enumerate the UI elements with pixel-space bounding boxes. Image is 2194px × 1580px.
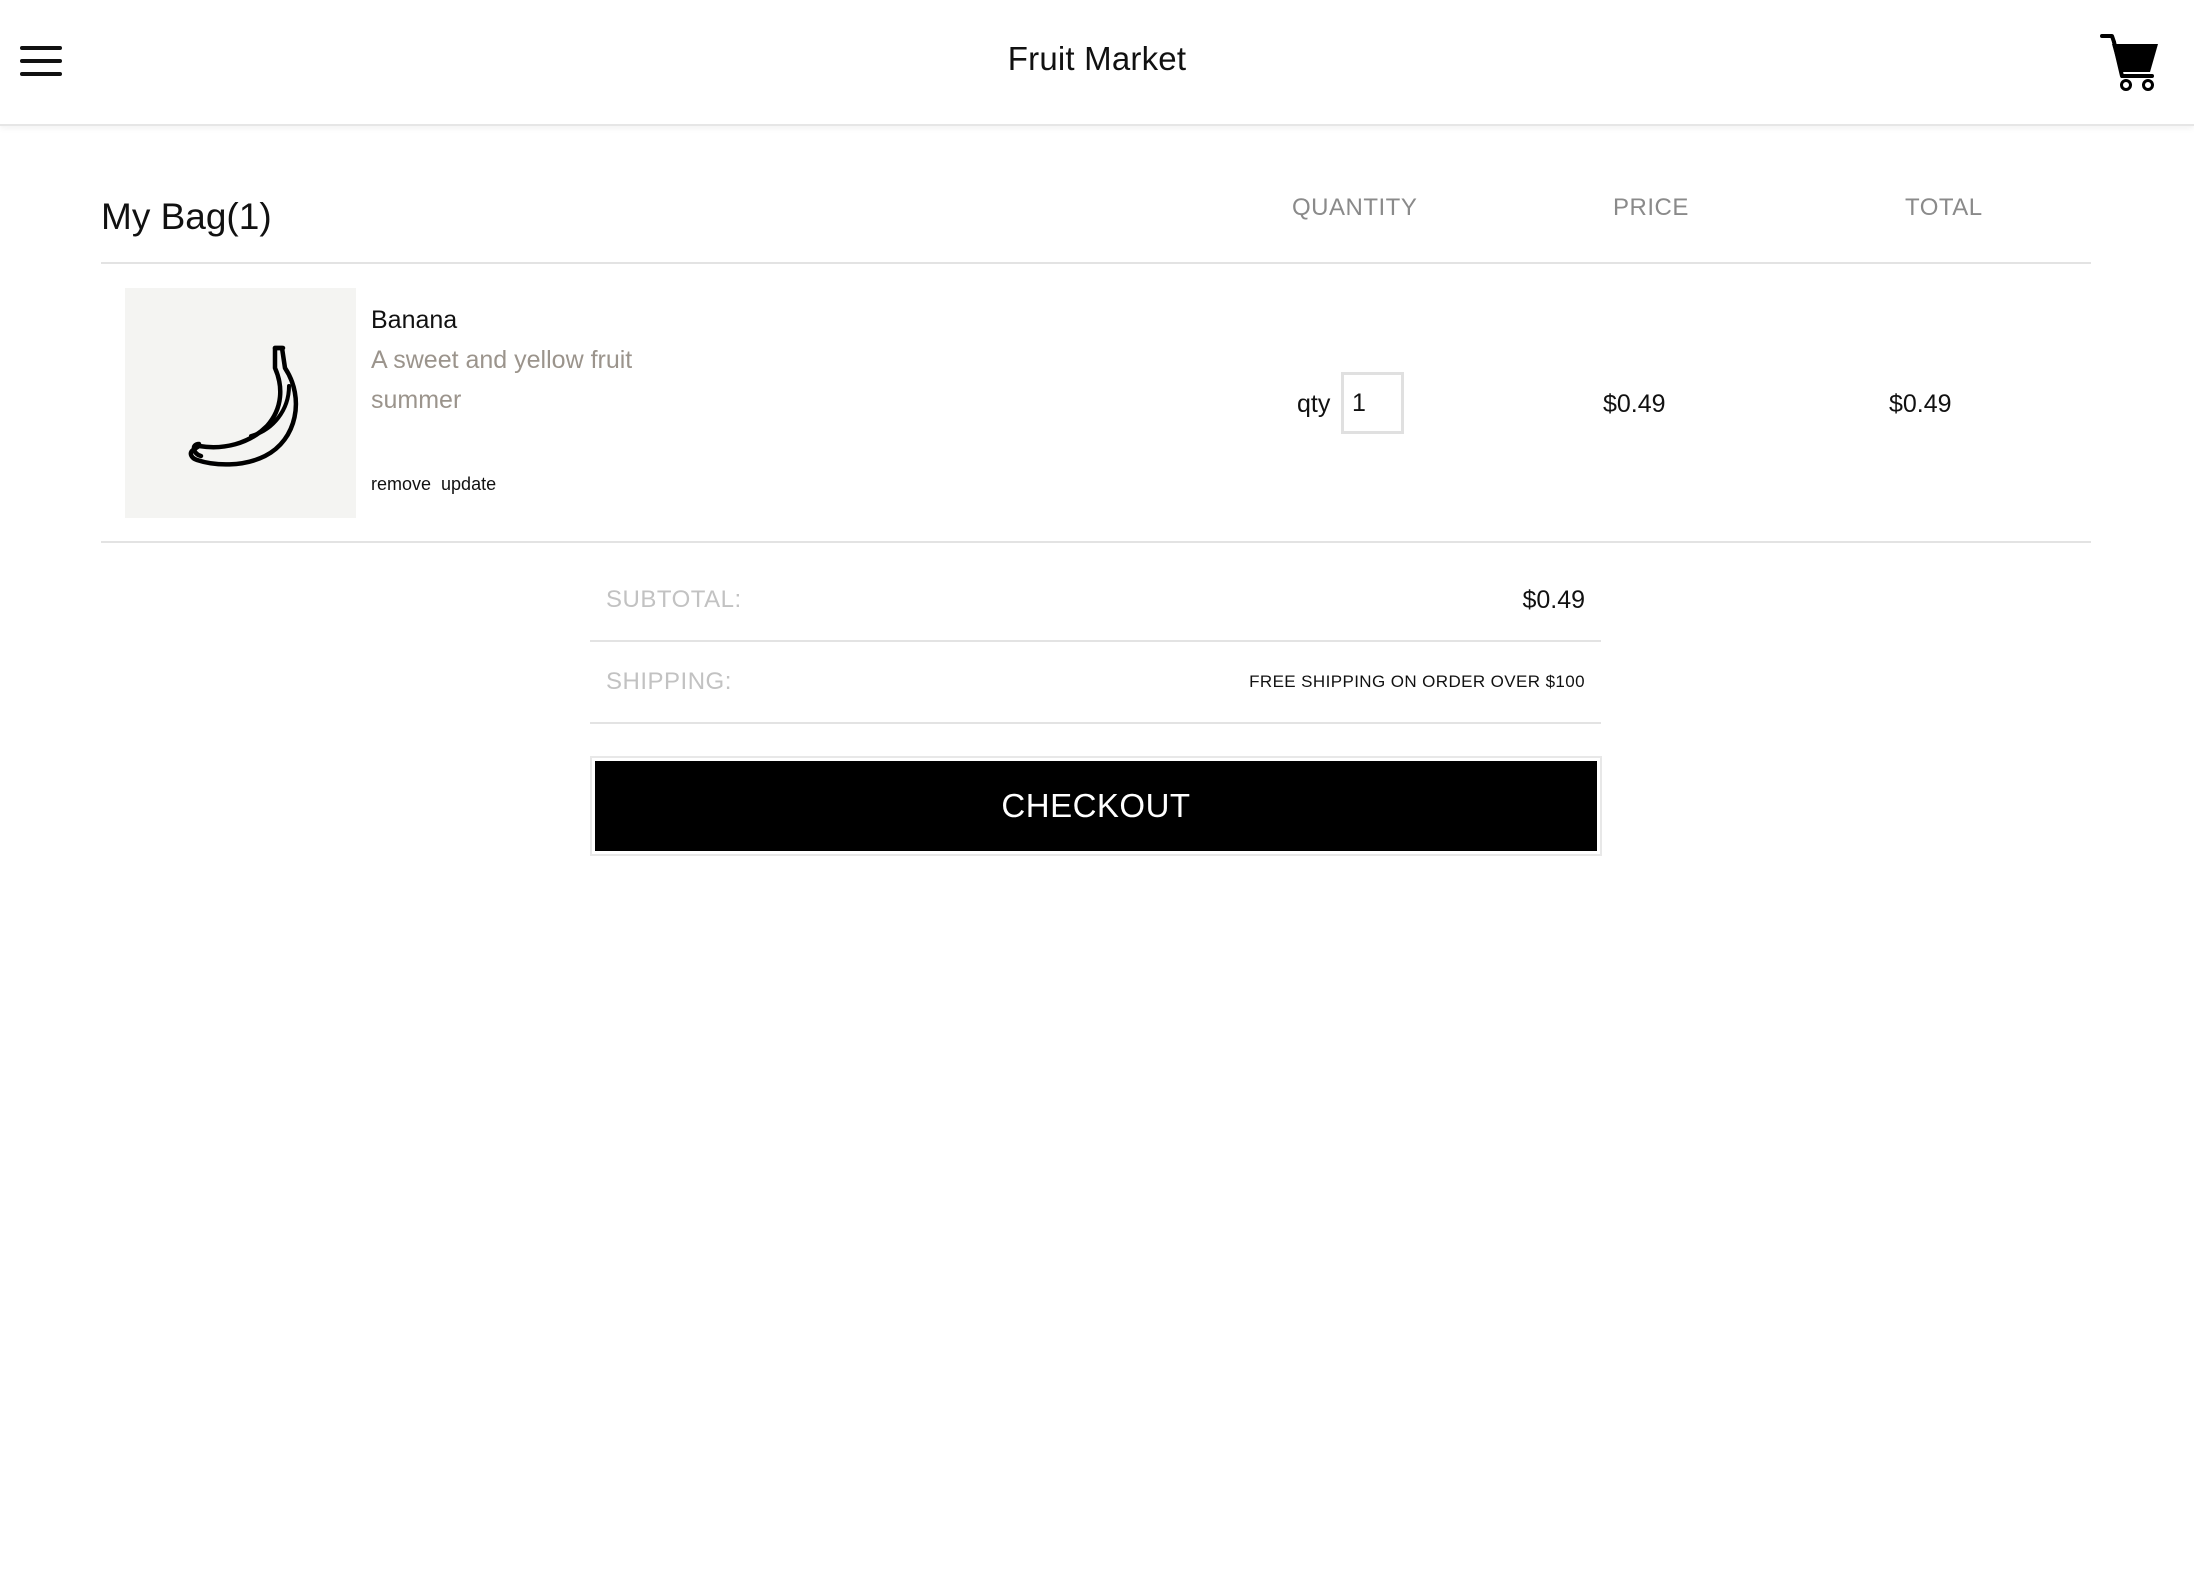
shipping-label: SHIPPING:: [606, 668, 732, 695]
shipping-note: FREE SHIPPING ON ORDER OVER $100: [1249, 672, 1585, 691]
price-column-header: PRICE: [1613, 194, 1689, 221]
qty-label: qty: [1297, 390, 1331, 418]
total-column-header: TOTAL: [1905, 194, 1983, 221]
product-season: summer: [371, 386, 462, 414]
subtotal-value: $0.49: [1522, 586, 1585, 614]
bag-title: My Bag(1): [101, 196, 272, 237]
quantity-input[interactable]: [1341, 372, 1404, 434]
checkout-button[interactable]: CHECKOUT: [590, 756, 1602, 856]
product-image: [125, 288, 356, 518]
subtotal-row: SUBTOTAL: $0.49: [590, 560, 1601, 642]
divider: [101, 541, 2091, 543]
top-navigation-bar: Fruit Market: [0, 0, 2194, 126]
item-actions: remove update: [371, 474, 506, 495]
app-title: Fruit Market: [1007, 40, 1187, 77]
shopping-cart-icon[interactable]: [2100, 30, 2164, 94]
product-description: A sweet and yellow fruit: [371, 346, 633, 374]
shipping-row: SHIPPING: FREE SHIPPING ON ORDER OVER $1…: [590, 642, 1601, 724]
unit-price: $0.49: [1603, 390, 1666, 418]
line-total: $0.49: [1889, 390, 1952, 418]
remove-link[interactable]: remove: [371, 474, 431, 494]
update-link[interactable]: update: [441, 474, 496, 494]
quantity-column-header: QUANTITY: [1292, 194, 1418, 221]
product-name[interactable]: Banana: [371, 306, 457, 335]
divider: [101, 262, 2091, 264]
subtotal-label: SUBTOTAL:: [606, 586, 742, 613]
